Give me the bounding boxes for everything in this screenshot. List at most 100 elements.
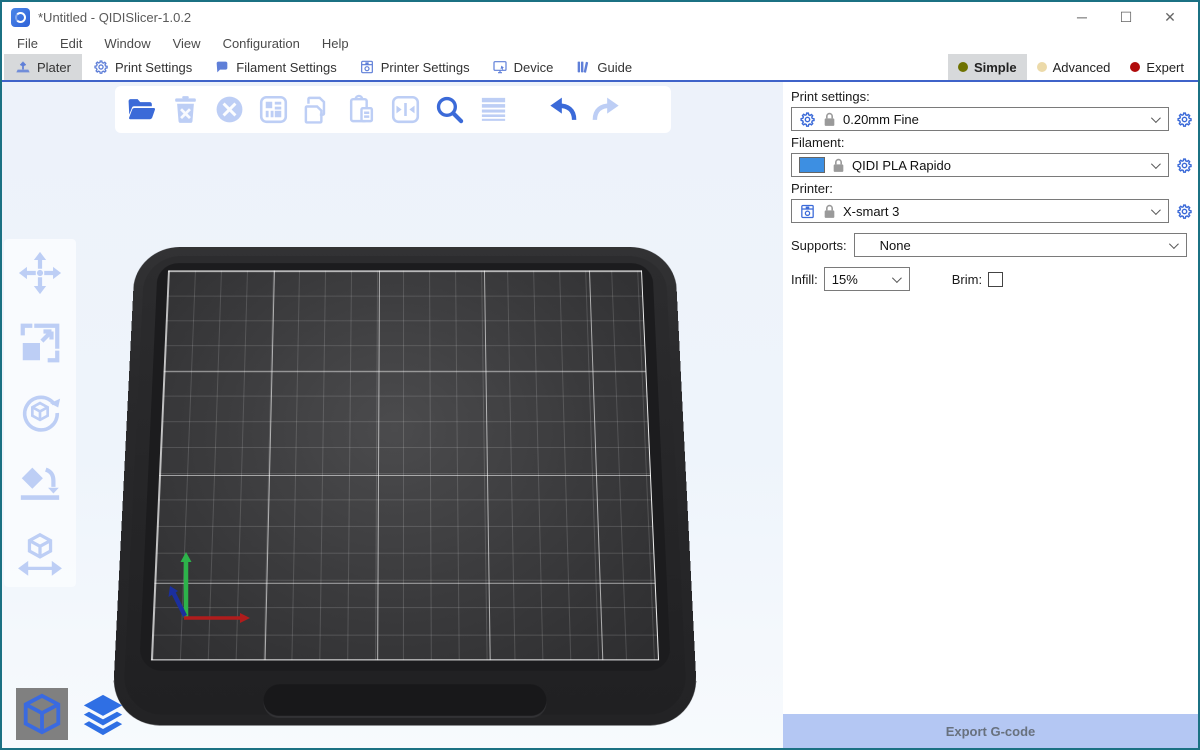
lock-icon — [823, 204, 836, 219]
move-button[interactable] — [16, 249, 64, 297]
maximize-button[interactable]: ☐ — [1104, 3, 1148, 31]
filament-color-swatch — [799, 157, 825, 173]
tab-printer-settings[interactable]: Printer Settings — [348, 54, 481, 80]
supports-value: None — [862, 238, 1162, 253]
editor-3d-view-button[interactable] — [16, 688, 68, 740]
tab-plater[interactable]: Plater — [4, 54, 82, 80]
filament-icon — [214, 59, 230, 75]
mode-expert[interactable]: Expert — [1120, 54, 1194, 80]
split-arrows-icon — [390, 94, 421, 125]
delete-all-button[interactable] — [213, 93, 246, 126]
simple-dot-icon — [958, 62, 968, 72]
gear-icon — [799, 111, 816, 128]
mode-simple[interactable]: Simple — [948, 54, 1027, 80]
arrange-grid-icon — [258, 94, 289, 125]
circle-x-icon — [214, 94, 245, 125]
tab-guide[interactable]: Guide — [564, 54, 643, 80]
place-on-face-button[interactable] — [16, 459, 64, 507]
printer-combo[interactable]: X-smart 3 — [791, 199, 1169, 223]
printer-icon — [359, 59, 375, 75]
menu-file[interactable]: File — [6, 34, 49, 53]
gear-icon — [1176, 111, 1193, 128]
plater-3d-viewport[interactable] — [2, 82, 783, 748]
expert-dot-icon — [1130, 62, 1140, 72]
view-mode-toggles — [16, 688, 129, 740]
paste-button[interactable] — [345, 93, 378, 126]
menu-configuration[interactable]: Configuration — [212, 34, 311, 53]
menu-view[interactable]: View — [162, 34, 212, 53]
print-bed[interactable] — [100, 210, 710, 742]
chevron-down-icon — [1151, 113, 1161, 123]
undo-button[interactable] — [546, 93, 579, 126]
edit-filament-button[interactable] — [1174, 155, 1194, 175]
brim-label: Brim: — [952, 272, 982, 287]
bed-handle — [263, 684, 547, 715]
tab-label: Printer Settings — [381, 60, 470, 75]
undo-arrow-icon — [547, 94, 578, 125]
supports-label: Supports: — [791, 238, 847, 253]
mode-advanced[interactable]: Advanced — [1027, 54, 1121, 80]
measure-button[interactable] — [16, 529, 64, 577]
minimize-button[interactable]: ─ — [1060, 3, 1104, 31]
export-gcode-button[interactable]: Export G-code — [783, 714, 1198, 748]
tab-print-settings[interactable]: Print Settings — [82, 54, 203, 80]
place-on-face-icon — [17, 460, 63, 506]
advanced-dot-icon — [1037, 62, 1047, 72]
split-objects-button[interactable] — [389, 93, 422, 126]
gear-icon — [1176, 157, 1193, 174]
redo-arrow-icon — [591, 94, 622, 125]
tab-device[interactable]: Device — [481, 54, 565, 80]
arrange-button[interactable] — [257, 93, 290, 126]
edit-print-settings-button[interactable] — [1174, 109, 1194, 129]
edit-printer-button[interactable] — [1174, 201, 1194, 221]
filament-label: Filament: — [791, 135, 1194, 150]
bed-tray — [112, 247, 699, 725]
chevron-down-icon — [1169, 239, 1179, 249]
close-button[interactable]: ✕ — [1148, 3, 1192, 31]
menu-edit[interactable]: Edit — [49, 34, 93, 53]
search-icon — [434, 94, 465, 125]
lock-icon — [832, 158, 845, 173]
menu-window[interactable]: Window — [93, 34, 161, 53]
move-arrows-icon — [17, 250, 63, 296]
variable-layer-height-button[interactable] — [477, 93, 510, 126]
mode-label: Advanced — [1053, 60, 1111, 75]
cube-3d-icon — [19, 691, 65, 737]
print-settings-combo[interactable]: 0.20mm Fine — [791, 107, 1169, 131]
mode-label: Expert — [1146, 60, 1184, 75]
scale-icon — [17, 320, 63, 366]
tab-bar: Plater Print Settings Filament Settings … — [2, 54, 1198, 80]
measure-icon — [17, 530, 63, 576]
printer-value: X-smart 3 — [843, 204, 1144, 219]
print-settings-label: Print settings: — [791, 89, 1194, 104]
search-button[interactable] — [433, 93, 466, 126]
preview-layers-button[interactable] — [77, 688, 129, 740]
gizmo-toolbar — [4, 239, 76, 587]
filament-combo[interactable]: QIDI PLA Rapido — [791, 153, 1169, 177]
trash-icon — [170, 94, 201, 125]
redo-button[interactable] — [590, 93, 623, 126]
printer-icon — [799, 203, 816, 220]
rotate-button[interactable] — [16, 389, 64, 437]
open-folder-icon — [126, 94, 157, 125]
delete-button[interactable] — [169, 93, 202, 126]
tab-label: Print Settings — [115, 60, 192, 75]
copy-button[interactable] — [301, 93, 334, 126]
tab-label: Filament Settings — [236, 60, 336, 75]
tab-filament-settings[interactable]: Filament Settings — [203, 54, 347, 80]
supports-combo[interactable]: None — [854, 233, 1187, 257]
brim-checkbox[interactable] — [988, 272, 1003, 287]
open-file-button[interactable] — [125, 93, 158, 126]
printer-label: Printer: — [791, 181, 1194, 196]
title-bar: *Untitled - QIDISlicer-1.0.2 ─ ☐ ✕ — [2, 2, 1198, 32]
plater-toolbar — [115, 86, 671, 133]
infill-combo[interactable]: 15% — [824, 267, 910, 291]
chevron-down-icon — [1151, 159, 1161, 169]
app-logo-icon — [11, 8, 30, 27]
menu-help[interactable]: Help — [311, 34, 360, 53]
chevron-down-icon — [1151, 205, 1161, 215]
infill-label: Infill: — [791, 272, 818, 287]
scale-button[interactable] — [16, 319, 64, 367]
settings-sidebar: Print settings: 0.20mm Fine Filament: QI… — [783, 82, 1198, 748]
filament-value: QIDI PLA Rapido — [852, 158, 1144, 173]
